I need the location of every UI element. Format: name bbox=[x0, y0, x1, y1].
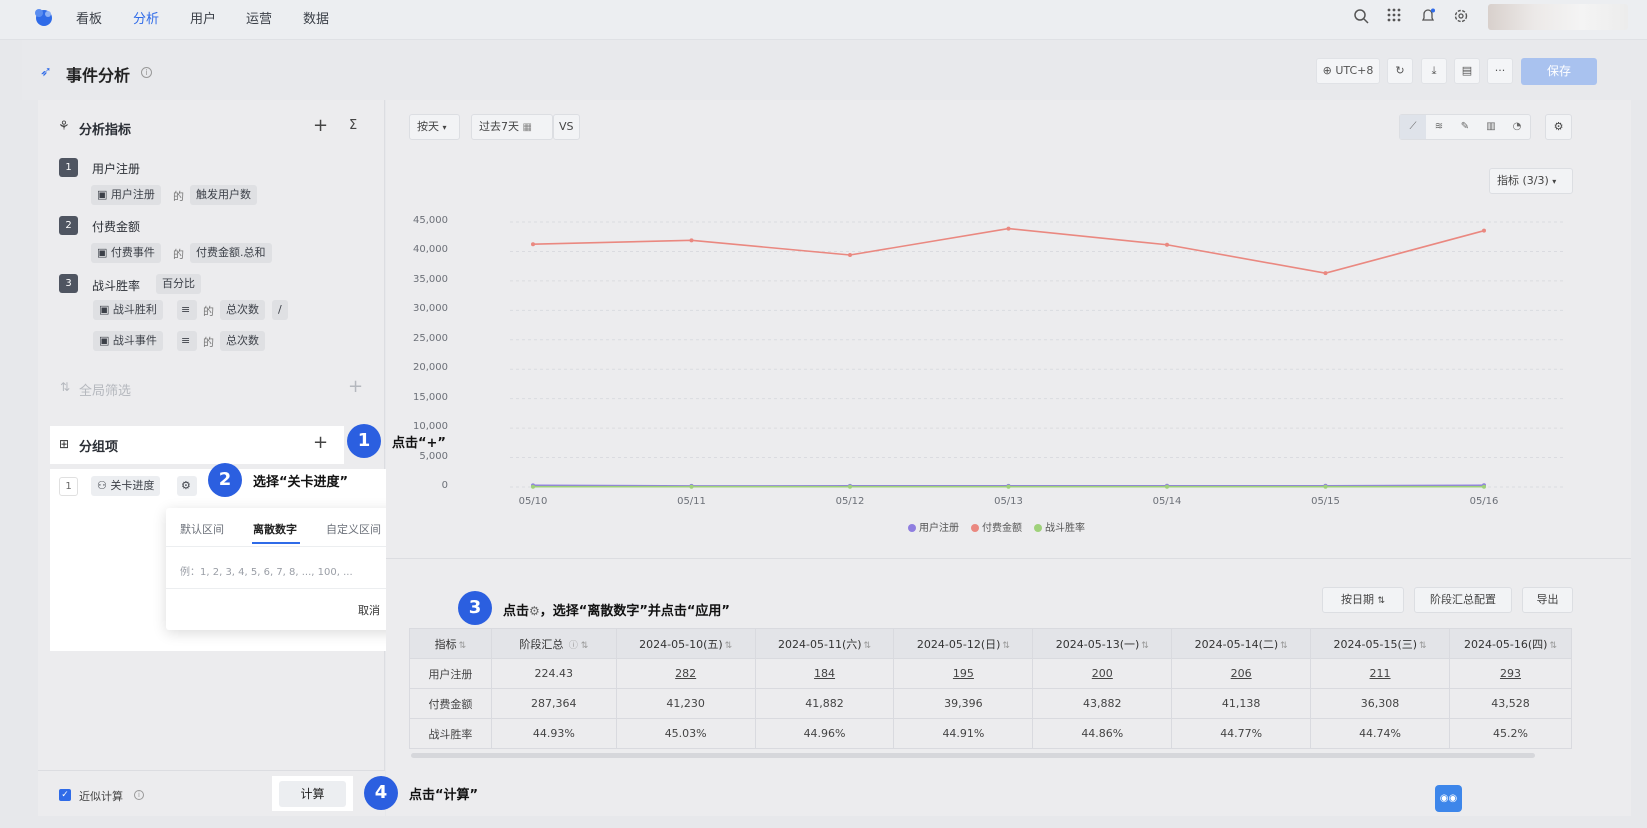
table-cell: 付费金额 bbox=[409, 688, 492, 719]
legend-label: 战斗胜率 bbox=[1045, 523, 1085, 534]
data-table: 指标 ⇅ 阶段汇总 ⓘ ⇅ 2024-05-10(五) ⇅ 2024-05-11(六… bbox=[409, 628, 1573, 749]
data-point[interactable] bbox=[1006, 226, 1011, 231]
x-tick-label: 05/16 bbox=[1469, 496, 1499, 507]
step-text: 点击⚙，选择“离散数字”并点击“应用” bbox=[503, 604, 730, 619]
step-text: 点击“+” bbox=[392, 436, 446, 451]
step-badge: 1 bbox=[347, 424, 381, 458]
export-button[interactable]: 导出 bbox=[1522, 587, 1573, 613]
column-header[interactable]: 2024-05-12(日) ⇅ bbox=[893, 628, 1034, 659]
legend-swatch bbox=[971, 524, 979, 532]
table-cell: 36,308 bbox=[1310, 688, 1450, 719]
column-header[interactable]: 2024-05-16(四) ⇅ bbox=[1448, 628, 1573, 659]
table-cell: 44.77% bbox=[1171, 718, 1312, 749]
column-header[interactable]: 2024-05-13(一) ⇅ bbox=[1032, 628, 1173, 659]
data-point[interactable] bbox=[531, 484, 535, 489]
x-tick-label: 05/14 bbox=[1152, 496, 1182, 507]
legend-label: 用户注册 bbox=[919, 523, 959, 534]
by-date-label: 按日期 bbox=[1340, 593, 1374, 606]
series-line[interactable] bbox=[532, 227, 1485, 275]
table-cell-link[interactable]: 293 bbox=[1448, 658, 1573, 689]
x-tick-label: 05/13 bbox=[994, 496, 1023, 507]
legend-swatch bbox=[1034, 524, 1042, 532]
data-point[interactable] bbox=[1006, 484, 1011, 489]
stage-summary-config-button[interactable]: 阶段汇总配置 bbox=[1414, 587, 1512, 613]
legend-item[interactable]: 用户注册 bbox=[908, 519, 959, 534]
data-point[interactable] bbox=[1482, 228, 1486, 233]
data-point[interactable] bbox=[1482, 484, 1486, 489]
table-cell-link[interactable]: 184 bbox=[754, 658, 895, 689]
table-cell: 44.86% bbox=[1032, 718, 1173, 749]
step-badge: 4 bbox=[364, 776, 398, 810]
data-point[interactable] bbox=[689, 238, 694, 243]
legend-item[interactable]: 战斗胜率 bbox=[1034, 519, 1085, 534]
table-cell: 44.91% bbox=[893, 718, 1034, 749]
table-cell: 44.96% bbox=[754, 718, 895, 749]
step-text: 点击“计算” bbox=[409, 788, 479, 803]
table-cell: 41,138 bbox=[1171, 688, 1312, 719]
column-header[interactable]: 2024-05-15(三) ⇅ bbox=[1310, 628, 1450, 659]
table-row: 付费金额 287,364 41,230 41,882 39,396 43,882… bbox=[409, 688, 1573, 719]
data-point[interactable] bbox=[1323, 484, 1328, 489]
table-cell: 战斗胜率 bbox=[409, 718, 492, 749]
table-scrollbar[interactable] bbox=[411, 753, 1535, 758]
table-cell: 41,230 bbox=[615, 688, 756, 719]
data-point[interactable] bbox=[1165, 242, 1169, 247]
table-row: 用户注册 224.43 282 184 195 200 206 211 293 bbox=[409, 658, 1573, 689]
table-cell: 39,396 bbox=[893, 688, 1034, 719]
by-date-button[interactable]: 按日期 ⇅ bbox=[1322, 587, 1404, 613]
column-header[interactable]: 阶段汇总 ⓘ ⇅ bbox=[490, 628, 617, 659]
table-cell-link[interactable]: 282 bbox=[615, 658, 756, 689]
data-point[interactable] bbox=[1323, 271, 1328, 276]
table-cell: 用户注册 bbox=[409, 658, 492, 689]
x-tick-label: 05/10 bbox=[518, 496, 548, 507]
table-cell-link[interactable]: 200 bbox=[1032, 658, 1173, 689]
table-cell: 41,882 bbox=[754, 688, 895, 719]
table-cell: 44.93% bbox=[490, 718, 617, 749]
table-cell: 287,364 bbox=[490, 688, 617, 719]
data-point[interactable] bbox=[1165, 484, 1169, 489]
table-header-row: 指标 ⇅ 阶段汇总 ⓘ ⇅ 2024-05-10(五) ⇅ 2024-05-11(六… bbox=[409, 628, 1573, 659]
table-cell-link[interactable]: 206 bbox=[1171, 658, 1312, 689]
table-cell: 45.2% bbox=[1448, 718, 1573, 749]
gear-icon: ⚙ bbox=[529, 604, 540, 618]
table-row: 战斗胜率 44.93% 45.03% 44.96% 44.91% 44.86% … bbox=[409, 718, 1573, 749]
table-cell: 43,528 bbox=[1448, 688, 1573, 719]
column-header[interactable]: 2024-05-10(五) ⇅ bbox=[615, 628, 756, 659]
data-point[interactable] bbox=[848, 253, 852, 258]
table-cell-link[interactable]: 211 bbox=[1310, 658, 1450, 689]
column-header[interactable]: 2024-05-11(六) ⇅ bbox=[754, 628, 895, 659]
table-cell: 45.03% bbox=[615, 718, 756, 749]
column-header[interactable]: 2024-05-14(二) ⇅ bbox=[1171, 628, 1312, 659]
table-cell: 44.74% bbox=[1310, 718, 1450, 749]
table-cell: 43,882 bbox=[1032, 688, 1173, 719]
step-text: 选择“关卡进度” bbox=[253, 475, 349, 490]
data-point[interactable] bbox=[531, 242, 535, 247]
sort-icon: ⇅ bbox=[1377, 596, 1386, 606]
x-tick-label: 05/15 bbox=[1311, 496, 1340, 507]
legend-swatch bbox=[908, 524, 916, 532]
data-point[interactable] bbox=[689, 484, 694, 489]
step-badge: 2 bbox=[208, 463, 242, 497]
table-cell: 224.43 bbox=[490, 658, 617, 689]
x-tick-label: 05/12 bbox=[835, 496, 865, 507]
step-badge: 3 bbox=[458, 591, 492, 625]
assistant-bot-icon[interactable]: ◉◉ bbox=[1435, 785, 1462, 812]
table-cell-link[interactable]: 195 bbox=[893, 658, 1034, 689]
divider bbox=[386, 558, 1631, 559]
x-tick-label: 05/11 bbox=[677, 496, 706, 507]
legend-label: 付费金额 bbox=[982, 523, 1022, 534]
column-header[interactable]: 指标 ⇅ bbox=[409, 628, 492, 659]
legend-item[interactable]: 付费金额 bbox=[971, 519, 1022, 534]
data-point[interactable] bbox=[848, 484, 852, 489]
